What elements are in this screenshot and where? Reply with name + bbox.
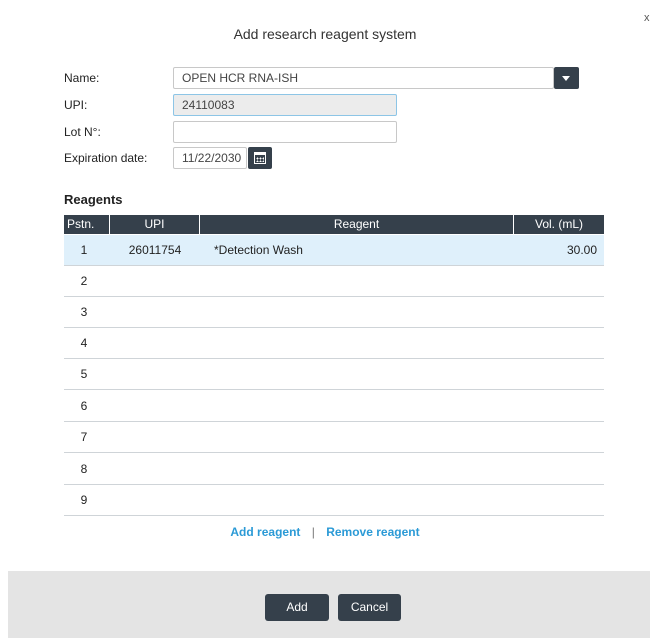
expiration-date-field[interactable]: 11/22/2030 (173, 147, 247, 169)
cell-pstn: 8 (80, 462, 88, 476)
column-header-upi[interactable]: UPI (110, 215, 200, 234)
cell-volume: 30.00 (566, 243, 597, 257)
cell-upi (110, 328, 200, 359)
cell-reagent (214, 266, 514, 297)
table-row[interactable]: 4 (64, 328, 604, 359)
column-header-reagent[interactable]: Reagent (200, 215, 514, 234)
add-button[interactable]: Add (265, 594, 329, 621)
cell-pstn: 6 (80, 399, 88, 413)
cell-upi (110, 297, 200, 328)
table-row[interactable]: 3 (64, 297, 604, 328)
cell-pstn: 7 (80, 430, 88, 444)
table-row[interactable]: 6 (64, 391, 604, 422)
cell-reagent (214, 422, 514, 453)
cell-pstn: 1 (80, 243, 88, 257)
cell-upi (110, 422, 200, 453)
table-row[interactable]: 7 (64, 422, 604, 453)
cell-pstn: 4 (80, 336, 88, 350)
upi-field[interactable]: 24110083 (173, 94, 397, 116)
add-reagent-link[interactable]: Add reagent (230, 525, 300, 539)
cell-upi: 26011754 (128, 243, 182, 257)
cell-volume (514, 297, 597, 328)
cell-upi (110, 454, 200, 485)
column-header-volume[interactable]: Vol. (mL) (514, 215, 604, 234)
name-select[interactable]: OPEN HCR RNA-ISH (173, 67, 554, 89)
name-label: Name: (64, 71, 100, 85)
close-icon[interactable]: x (644, 12, 650, 24)
cancel-button[interactable]: Cancel (338, 594, 401, 621)
table-row[interactable]: 1 26011754 *Detection Wash 30.00 (64, 235, 604, 266)
table-row[interactable]: 8 (64, 454, 604, 485)
dialog-title: Add research reagent system (233, 26, 417, 42)
cell-upi (110, 359, 200, 390)
cell-reagent (214, 391, 514, 422)
cell-reagent (214, 328, 514, 359)
chevron-down-icon[interactable] (554, 67, 579, 89)
cell-upi (110, 391, 200, 422)
table-row[interactable]: 9 (64, 485, 604, 516)
reagents-title: Reagents (64, 192, 123, 207)
cell-reagent (214, 359, 514, 390)
upi-label: UPI: (64, 98, 88, 112)
cell-reagent: *Detection Wash (214, 243, 303, 257)
expiration-date-label: Expiration date: (64, 151, 148, 165)
column-header-pstn[interactable]: Pstn. (64, 215, 110, 234)
dialog-footer (8, 571, 650, 638)
cell-volume (514, 266, 597, 297)
cell-reagent (214, 485, 514, 516)
cell-volume (514, 422, 597, 453)
cell-upi (110, 266, 200, 297)
cell-volume (514, 485, 597, 516)
cell-reagent (214, 454, 514, 485)
cell-pstn: 5 (80, 367, 88, 381)
calendar-icon[interactable] (248, 147, 272, 169)
cell-volume (514, 359, 597, 390)
reagents-table-header: Pstn. UPI Reagent Vol. (mL) (64, 215, 604, 234)
table-row[interactable]: 2 (64, 266, 604, 297)
cell-upi (110, 485, 200, 516)
cell-volume (514, 454, 597, 485)
lot-label: Lot N°: (64, 125, 101, 139)
table-row[interactable]: 5 (64, 359, 604, 390)
cell-pstn: 9 (80, 493, 88, 507)
lot-number-field[interactable] (173, 121, 397, 143)
cell-volume (514, 391, 597, 422)
cell-reagent (214, 297, 514, 328)
remove-reagent-link[interactable]: Remove reagent (326, 525, 419, 539)
cell-pstn: 3 (80, 305, 88, 319)
reagent-actions: Add reagent | Remove reagent (0, 525, 650, 539)
cell-pstn: 2 (80, 274, 88, 288)
cell-volume (514, 328, 597, 359)
link-separator: | (311, 525, 315, 539)
